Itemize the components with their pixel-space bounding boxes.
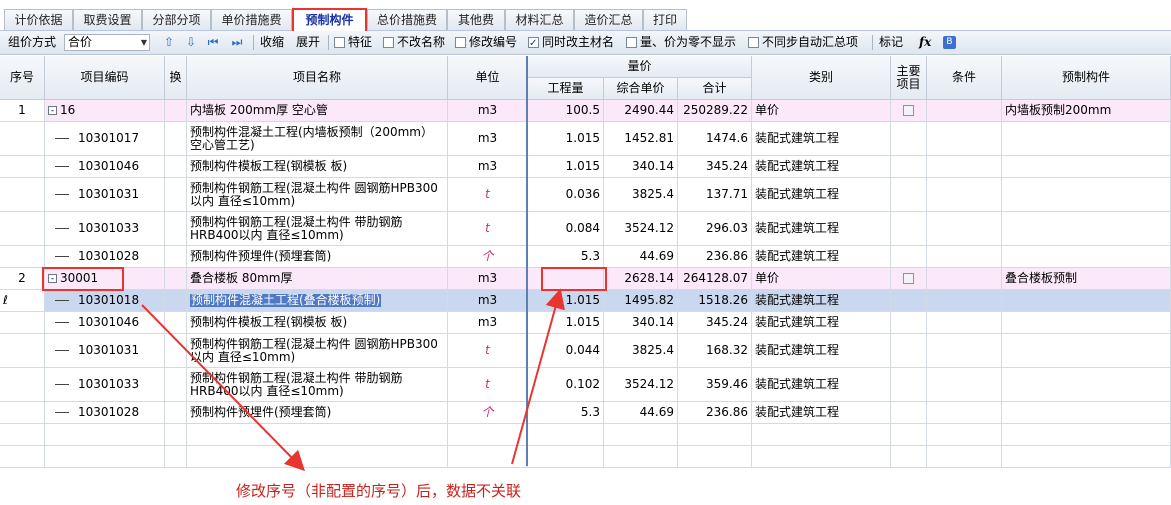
annotation-arrows xyxy=(141,288,565,472)
arrow-to-qty xyxy=(511,288,565,465)
arrow-to-seq xyxy=(141,304,306,472)
annotation-note: 修改序号（非配置的序号）后，数据不关联 xyxy=(236,482,522,500)
